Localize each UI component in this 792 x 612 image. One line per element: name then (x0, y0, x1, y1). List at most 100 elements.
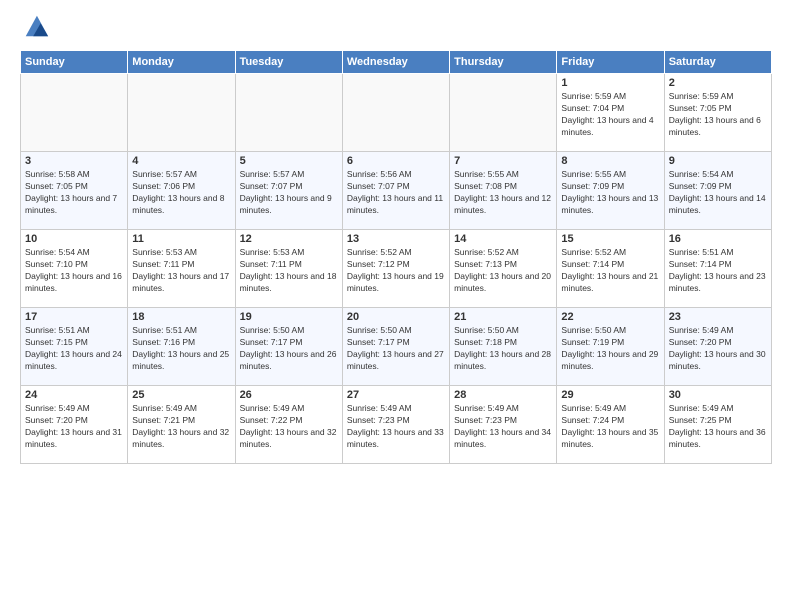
calendar-cell (342, 74, 449, 152)
day-info: Sunrise: 5:57 AM Sunset: 7:07 PM Dayligh… (240, 169, 338, 217)
day-info: Sunrise: 5:58 AM Sunset: 7:05 PM Dayligh… (25, 169, 123, 217)
day-info: Sunrise: 5:49 AM Sunset: 7:20 PM Dayligh… (25, 403, 123, 451)
calendar-cell: 1 Sunrise: 5:59 AM Sunset: 7:04 PM Daylig… (557, 74, 664, 152)
calendar-table: SundayMondayTuesdayWednesdayThursdayFrid… (20, 50, 772, 464)
day-info: Sunrise: 5:59 AM Sunset: 7:04 PM Dayligh… (561, 91, 659, 139)
day-number: 15 (561, 233, 659, 245)
day-info: Sunrise: 5:52 AM Sunset: 7:13 PM Dayligh… (454, 247, 552, 295)
day-number: 19 (240, 311, 338, 323)
calendar-cell: 3 Sunrise: 5:58 AM Sunset: 7:05 PM Daylig… (21, 152, 128, 230)
calendar-cell: 15 Sunrise: 5:52 AM Sunset: 7:14 PM Dayli… (557, 230, 664, 308)
weekday-header: Friday (557, 51, 664, 74)
weekday-header: Saturday (664, 51, 771, 74)
weekday-header: Wednesday (342, 51, 449, 74)
day-number: 27 (347, 389, 445, 401)
day-info: Sunrise: 5:50 AM Sunset: 7:17 PM Dayligh… (240, 325, 338, 373)
day-number: 25 (132, 389, 230, 401)
day-info: Sunrise: 5:59 AM Sunset: 7:05 PM Dayligh… (669, 91, 767, 139)
calendar-cell: 24 Sunrise: 5:49 AM Sunset: 7:20 PM Dayli… (21, 386, 128, 464)
day-number: 14 (454, 233, 552, 245)
day-number: 21 (454, 311, 552, 323)
day-number: 2 (669, 77, 767, 89)
day-number: 16 (669, 233, 767, 245)
day-number: 28 (454, 389, 552, 401)
day-info: Sunrise: 5:54 AM Sunset: 7:09 PM Dayligh… (669, 169, 767, 217)
calendar-header-row: SundayMondayTuesdayWednesdayThursdayFrid… (21, 51, 772, 74)
day-info: Sunrise: 5:49 AM Sunset: 7:24 PM Dayligh… (561, 403, 659, 451)
day-info: Sunrise: 5:55 AM Sunset: 7:08 PM Dayligh… (454, 169, 552, 217)
day-info: Sunrise: 5:49 AM Sunset: 7:20 PM Dayligh… (669, 325, 767, 373)
calendar-cell: 28 Sunrise: 5:49 AM Sunset: 7:23 PM Dayli… (450, 386, 557, 464)
day-info: Sunrise: 5:50 AM Sunset: 7:17 PM Dayligh… (347, 325, 445, 373)
weekday-header: Tuesday (235, 51, 342, 74)
calendar-cell: 9 Sunrise: 5:54 AM Sunset: 7:09 PM Daylig… (664, 152, 771, 230)
calendar-cell: 21 Sunrise: 5:50 AM Sunset: 7:18 PM Dayli… (450, 308, 557, 386)
calendar-week-row: 24 Sunrise: 5:49 AM Sunset: 7:20 PM Dayli… (21, 386, 772, 464)
calendar-cell: 23Sunrise: 5:49 AM Sunset: 7:20 PM Dayli… (664, 308, 771, 386)
weekday-header: Monday (128, 51, 235, 74)
calendar-cell: 27 Sunrise: 5:49 AM Sunset: 7:23 PM Dayli… (342, 386, 449, 464)
day-number: 1 (561, 77, 659, 89)
calendar-cell: 20Sunrise: 5:50 AM Sunset: 7:17 PM Dayli… (342, 308, 449, 386)
calendar-cell: 4 Sunrise: 5:57 AM Sunset: 7:06 PM Daylig… (128, 152, 235, 230)
calendar-cell (128, 74, 235, 152)
day-info: Sunrise: 5:49 AM Sunset: 7:22 PM Dayligh… (240, 403, 338, 451)
day-info: Sunrise: 5:55 AM Sunset: 7:09 PM Dayligh… (561, 169, 659, 217)
day-info: Sunrise: 5:51 AM Sunset: 7:16 PM Dayligh… (132, 325, 230, 373)
day-info: Sunrise: 5:51 AM Sunset: 7:14 PM Dayligh… (669, 247, 767, 295)
calendar-week-row: 17Sunrise: 5:51 AM Sunset: 7:15 PM Dayli… (21, 308, 772, 386)
calendar-cell: 11 Sunrise: 5:53 AM Sunset: 7:11 PM Dayli… (128, 230, 235, 308)
day-number: 24 (25, 389, 123, 401)
day-info: Sunrise: 5:49 AM Sunset: 7:23 PM Dayligh… (347, 403, 445, 451)
day-info: Sunrise: 5:49 AM Sunset: 7:25 PM Dayligh… (669, 403, 767, 451)
calendar-cell: 5 Sunrise: 5:57 AM Sunset: 7:07 PM Daylig… (235, 152, 342, 230)
calendar-cell: 26 Sunrise: 5:49 AM Sunset: 7:22 PM Dayli… (235, 386, 342, 464)
day-number: 29 (561, 389, 659, 401)
day-number: 6 (347, 155, 445, 167)
day-number: 22 (561, 311, 659, 323)
day-info: Sunrise: 5:49 AM Sunset: 7:23 PM Dayligh… (454, 403, 552, 451)
day-number: 8 (561, 155, 659, 167)
day-number: 13 (347, 233, 445, 245)
logo-icon (22, 12, 50, 40)
day-info: Sunrise: 5:51 AM Sunset: 7:15 PM Dayligh… (25, 325, 123, 373)
day-number: 3 (25, 155, 123, 167)
calendar-cell: 22Sunrise: 5:50 AM Sunset: 7:19 PM Dayli… (557, 308, 664, 386)
calendar-cell: 18 Sunrise: 5:51 AM Sunset: 7:16 PM Dayli… (128, 308, 235, 386)
day-info: Sunrise: 5:52 AM Sunset: 7:12 PM Dayligh… (347, 247, 445, 295)
logo (20, 16, 50, 40)
header (20, 16, 772, 40)
day-info: Sunrise: 5:54 AM Sunset: 7:10 PM Dayligh… (25, 247, 123, 295)
day-number: 7 (454, 155, 552, 167)
day-number: 26 (240, 389, 338, 401)
day-info: Sunrise: 5:53 AM Sunset: 7:11 PM Dayligh… (132, 247, 230, 295)
calendar-cell: 8 Sunrise: 5:55 AM Sunset: 7:09 PM Daylig… (557, 152, 664, 230)
day-info: Sunrise: 5:53 AM Sunset: 7:11 PM Dayligh… (240, 247, 338, 295)
calendar-cell: 7 Sunrise: 5:55 AM Sunset: 7:08 PM Daylig… (450, 152, 557, 230)
calendar-cell: 6 Sunrise: 5:56 AM Sunset: 7:07 PM Daylig… (342, 152, 449, 230)
calendar-week-row: 1 Sunrise: 5:59 AM Sunset: 7:04 PM Daylig… (21, 74, 772, 152)
calendar-cell: 14 Sunrise: 5:52 AM Sunset: 7:13 PM Dayli… (450, 230, 557, 308)
day-info: Sunrise: 5:57 AM Sunset: 7:06 PM Dayligh… (132, 169, 230, 217)
calendar-cell: 30Sunrise: 5:49 AM Sunset: 7:25 PM Dayli… (664, 386, 771, 464)
day-number: 11 (132, 233, 230, 245)
page: SundayMondayTuesdayWednesdayThursdayFrid… (0, 0, 792, 612)
calendar-cell (21, 74, 128, 152)
calendar-cell: 12 Sunrise: 5:53 AM Sunset: 7:11 PM Dayli… (235, 230, 342, 308)
calendar-cell: 13 Sunrise: 5:52 AM Sunset: 7:12 PM Dayli… (342, 230, 449, 308)
day-number: 5 (240, 155, 338, 167)
calendar-cell: 25Sunrise: 5:49 AM Sunset: 7:21 PM Dayli… (128, 386, 235, 464)
calendar-week-row: 3 Sunrise: 5:58 AM Sunset: 7:05 PM Daylig… (21, 152, 772, 230)
weekday-header: Thursday (450, 51, 557, 74)
day-number: 9 (669, 155, 767, 167)
day-info: Sunrise: 5:52 AM Sunset: 7:14 PM Dayligh… (561, 247, 659, 295)
day-number: 4 (132, 155, 230, 167)
day-number: 12 (240, 233, 338, 245)
day-info: Sunrise: 5:56 AM Sunset: 7:07 PM Dayligh… (347, 169, 445, 217)
weekday-header: Sunday (21, 51, 128, 74)
calendar-cell (235, 74, 342, 152)
day-number: 18 (132, 311, 230, 323)
day-info: Sunrise: 5:50 AM Sunset: 7:18 PM Dayligh… (454, 325, 552, 373)
calendar-cell: 29 Sunrise: 5:49 AM Sunset: 7:24 PM Dayli… (557, 386, 664, 464)
day-number: 10 (25, 233, 123, 245)
